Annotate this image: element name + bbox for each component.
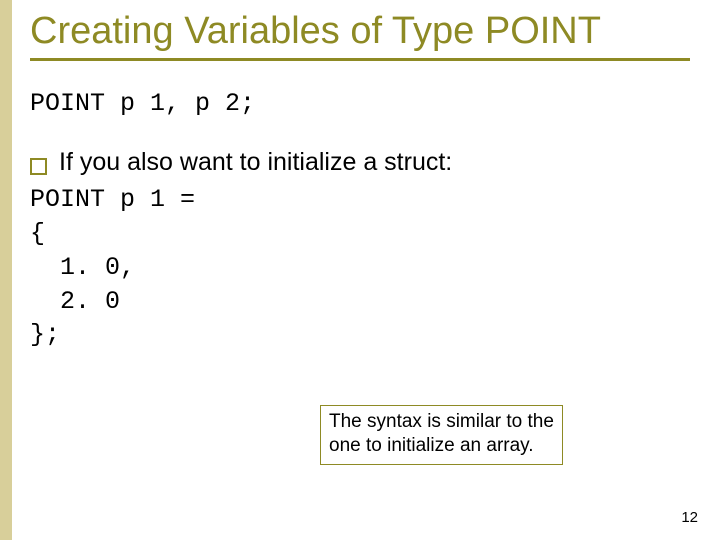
callout-line: The syntax is similar to the — [329, 410, 554, 434]
callout-line: one to initialize an array. — [329, 434, 554, 458]
left-accent-strip — [0, 0, 12, 540]
code-init-line3: 1. 0, — [30, 251, 690, 285]
title-underline — [30, 58, 690, 61]
bullet-text: If you also want to initialize a struct: — [59, 148, 452, 177]
code-declare: POINT p 1, p 2; — [30, 87, 690, 121]
code-init-line1: POINT p 1 = — [30, 183, 690, 217]
callout-box: The syntax is similar to the one to init… — [320, 405, 563, 465]
square-bullet-icon — [30, 158, 47, 175]
page-number: 12 — [681, 509, 698, 526]
slide-title: Creating Variables of Type POINT — [30, 10, 690, 54]
code-init-line2: { — [30, 217, 690, 251]
code-init-line5: }; — [30, 318, 690, 352]
bullet-item: If you also want to initialize a struct: — [30, 148, 690, 177]
code-init-line4: 2. 0 — [30, 285, 690, 319]
